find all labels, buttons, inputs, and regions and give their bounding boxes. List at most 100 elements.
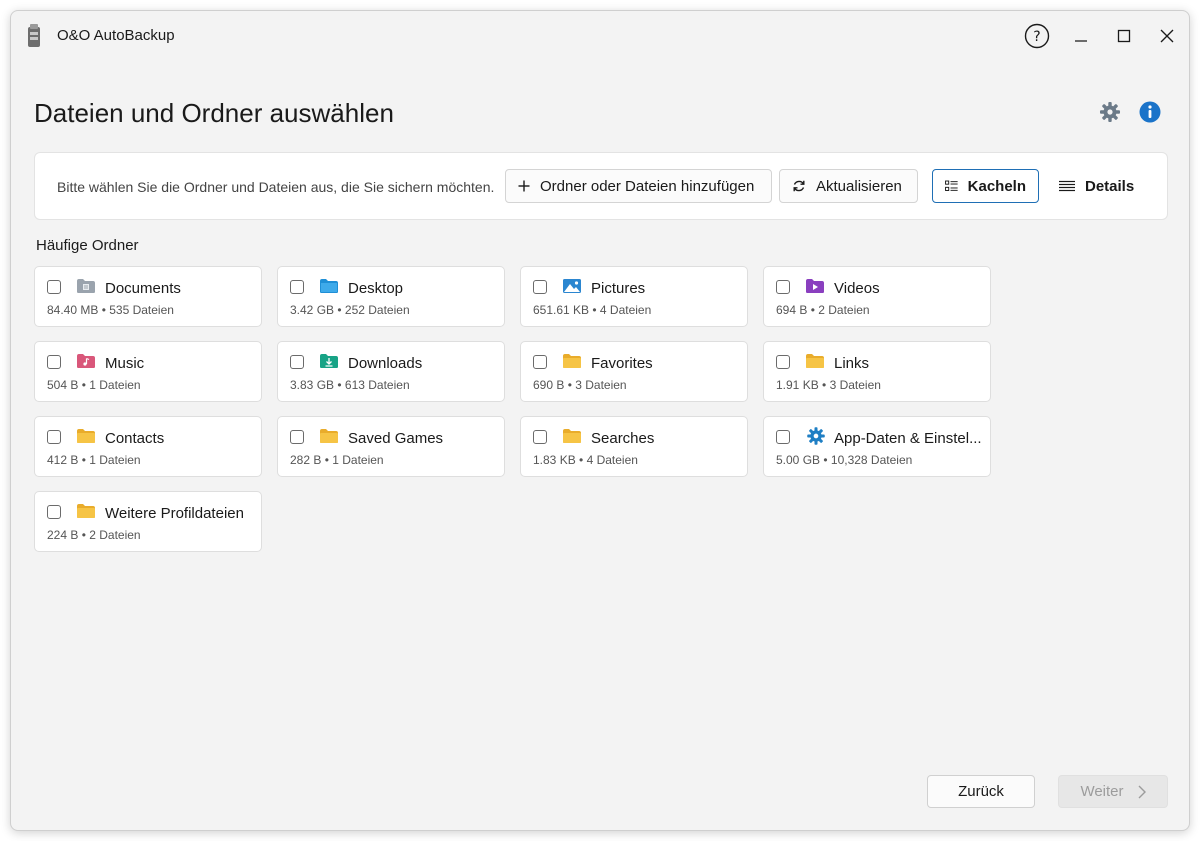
documents-folder-icon xyxy=(77,279,95,293)
downloads-folder-icon xyxy=(320,354,338,368)
folder-tile-desktop[interactable]: Desktop 3.42 GB • 252 Dateien xyxy=(277,266,505,327)
refresh-button[interactable]: Aktualisieren xyxy=(779,169,918,203)
title-bar: O&O AutoBackup ? xyxy=(11,11,1189,61)
app-title: O&O AutoBackup xyxy=(57,27,175,44)
folder-name: Searches xyxy=(591,430,655,447)
folder-tile-links[interactable]: Links 1.91 KB • 3 Dateien xyxy=(763,341,991,402)
back-label: Zurück xyxy=(958,783,1004,800)
folder-checkbox[interactable] xyxy=(776,280,790,294)
folder-tile-contacts[interactable]: Contacts 412 B • 1 Dateien xyxy=(34,416,262,477)
folder-name: Contacts xyxy=(105,430,165,447)
desktop-folder-icon xyxy=(320,279,338,293)
help-icon: ? xyxy=(1024,23,1050,49)
folder-checkbox[interactable] xyxy=(290,430,304,444)
folder-name: Downloads xyxy=(348,355,423,372)
folder-name: Videos xyxy=(834,280,880,297)
folder-checkbox[interactable] xyxy=(290,355,304,369)
back-button[interactable]: Zurück xyxy=(927,775,1035,808)
plus-icon xyxy=(518,180,530,192)
app-logo-icon xyxy=(28,24,40,47)
page-title: Dateien und Ordner auswählen xyxy=(34,98,394,128)
folder-checkbox[interactable] xyxy=(776,355,790,369)
folder-checkbox[interactable] xyxy=(47,505,61,519)
folder-tile-pictures[interactable]: Pictures 651.61 KB • 4 Dateien xyxy=(520,266,748,327)
maximize-button[interactable] xyxy=(1109,21,1139,51)
folder-checkbox[interactable] xyxy=(776,430,790,444)
folder-tile-saved-games[interactable]: Saved Games 282 B • 1 Dateien xyxy=(277,416,505,477)
folder-info: 651.61 KB • 4 Dateien xyxy=(533,303,652,317)
tiles-view-icon xyxy=(945,180,958,191)
folder-info: 282 B • 1 Dateien xyxy=(290,453,384,467)
folder-icon xyxy=(77,504,95,518)
music-folder-icon xyxy=(77,354,95,368)
folder-tile-searches[interactable]: Searches 1.83 KB • 4 Dateien xyxy=(520,416,748,477)
view-tiles-button[interactable]: Kacheln xyxy=(932,169,1039,203)
folder-tile-music[interactable]: Music 504 B • 1 Dateien xyxy=(34,341,262,402)
folder-name: Weitere Profildateien xyxy=(105,505,244,522)
folder-info: 5.00 GB • 10,328 Dateien xyxy=(776,453,913,467)
view-details-button[interactable]: Details xyxy=(1047,169,1155,203)
folder-info: 1.83 KB • 4 Dateien xyxy=(533,453,638,467)
info-icon[interactable] xyxy=(1138,100,1162,124)
folder-info: 690 B • 3 Dateien xyxy=(533,378,627,392)
folder-tile-downloads[interactable]: Downloads 3.83 GB • 613 Dateien xyxy=(277,341,505,402)
section-title: Häufige Ordner xyxy=(36,237,139,254)
next-label: Weiter xyxy=(1080,783,1124,800)
folder-name: App-Daten & Einstel... xyxy=(834,430,982,447)
folder-icon xyxy=(77,429,95,443)
folder-name: Music xyxy=(105,355,145,372)
toolbar-hint: Bitte wählen Sie die Ordner und Dateien … xyxy=(57,179,495,195)
folder-tile-videos[interactable]: Videos 694 B • 2 Dateien xyxy=(763,266,991,327)
folder-icon xyxy=(806,354,824,368)
folder-name: Desktop xyxy=(348,280,404,297)
next-button[interactable]: Weiter xyxy=(1058,775,1168,808)
chevron-right-icon xyxy=(1138,785,1146,798)
videos-folder-icon xyxy=(806,279,824,293)
close-icon xyxy=(1160,29,1174,43)
refresh-icon xyxy=(793,180,805,192)
folder-info: 3.42 GB • 252 Dateien xyxy=(290,303,410,317)
folder-name: Links xyxy=(834,355,870,372)
folder-name: Saved Games xyxy=(348,430,444,447)
folder-checkbox[interactable] xyxy=(533,280,547,294)
folder-checkbox[interactable] xyxy=(533,355,547,369)
folder-info: 3.83 GB • 613 Dateien xyxy=(290,378,410,392)
folder-info: 694 B • 2 Dateien xyxy=(776,303,870,317)
folder-name: Favorites xyxy=(591,355,653,372)
view-tiles-label: Kacheln xyxy=(967,177,1026,195)
folder-info: 412 B • 1 Dateien xyxy=(47,453,141,467)
maximize-icon xyxy=(1117,29,1131,43)
folder-tile-documents[interactable]: Documents 84.40 MB • 535 Dateien xyxy=(34,266,262,327)
folder-checkbox[interactable] xyxy=(47,280,61,294)
folder-info: 84.40 MB • 535 Dateien xyxy=(47,303,174,317)
help-button[interactable]: ? xyxy=(1022,21,1052,51)
folder-info: 224 B • 2 Dateien xyxy=(47,528,141,542)
refresh-label: Aktualisieren xyxy=(816,177,902,195)
add-files-folders-button[interactable]: Ordner oder Dateien hinzufügen xyxy=(505,169,772,203)
view-details-label: Details xyxy=(1085,177,1135,195)
folder-icon xyxy=(320,429,338,443)
app-window: O&O AutoBackup ? Dateien und Ordner ausw… xyxy=(10,10,1190,831)
folder-checkbox[interactable] xyxy=(47,355,61,369)
folder-info: 504 B • 1 Dateien xyxy=(47,378,141,392)
folder-checkbox[interactable] xyxy=(290,280,304,294)
gear-icon xyxy=(807,427,825,445)
folder-tile-app-data[interactable]: App-Daten & Einstel... 5.00 GB • 10,328 … xyxy=(763,416,991,477)
folder-checkbox[interactable] xyxy=(47,430,61,444)
folder-tile-favorites[interactable]: Favorites 690 B • 3 Dateien xyxy=(520,341,748,402)
details-view-icon xyxy=(1059,180,1075,192)
add-files-folders-label: Ordner oder Dateien hinzufügen xyxy=(540,177,755,195)
folder-name: Pictures xyxy=(591,280,646,297)
svg-text:?: ? xyxy=(1033,29,1040,45)
minimize-icon xyxy=(1075,40,1087,42)
folder-info: 1.91 KB • 3 Dateien xyxy=(776,378,881,392)
folder-name: Documents xyxy=(105,280,181,297)
settings-gear-icon[interactable] xyxy=(1098,100,1122,124)
pictures-folder-icon xyxy=(563,279,581,293)
close-button[interactable] xyxy=(1152,21,1182,51)
folder-tile-profile-files[interactable]: Weitere Profildateien 224 B • 2 Dateien xyxy=(34,491,262,552)
folder-icon xyxy=(563,429,581,443)
folder-icon xyxy=(563,354,581,368)
minimize-button[interactable] xyxy=(1066,21,1096,51)
folder-checkbox[interactable] xyxy=(533,430,547,444)
